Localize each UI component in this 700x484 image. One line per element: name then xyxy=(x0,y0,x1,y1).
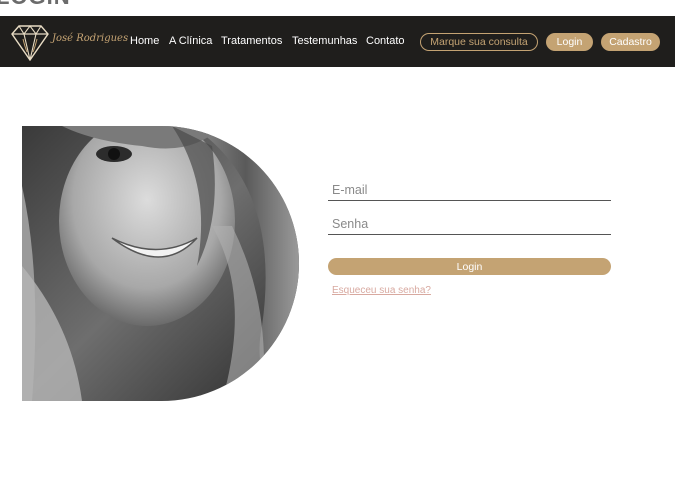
password-field[interactable] xyxy=(328,214,611,235)
navbar: José Rodrigues Home A Clínica Tratamento… xyxy=(0,16,675,67)
logo-text[interactable]: José Rodrigues xyxy=(52,33,128,44)
nav-login-button[interactable]: Login xyxy=(546,33,593,51)
nav-home[interactable]: Home xyxy=(130,35,159,47)
diamond-tooth-icon[interactable] xyxy=(10,25,50,66)
email-field[interactable] xyxy=(328,180,611,201)
password-input[interactable] xyxy=(328,214,611,234)
nav-signup-button[interactable]: Cadastro xyxy=(601,33,660,51)
nav-tratamentos[interactable]: Tratamentos xyxy=(221,35,282,47)
smiling-woman-photo xyxy=(22,126,299,401)
page-title: LOGIN xyxy=(0,0,71,8)
email-input[interactable] xyxy=(328,180,611,200)
schedule-appointment-button[interactable]: Marque sua consulta xyxy=(420,33,538,51)
nav-contato[interactable]: Contato xyxy=(366,35,405,47)
nav-clinica[interactable]: A Clínica xyxy=(169,35,212,47)
nav-testemunhas[interactable]: Testemunhas xyxy=(292,35,357,47)
login-submit-button[interactable]: Login xyxy=(328,258,611,275)
forgot-password-link[interactable]: Esqueceu sua senha? xyxy=(332,285,431,296)
